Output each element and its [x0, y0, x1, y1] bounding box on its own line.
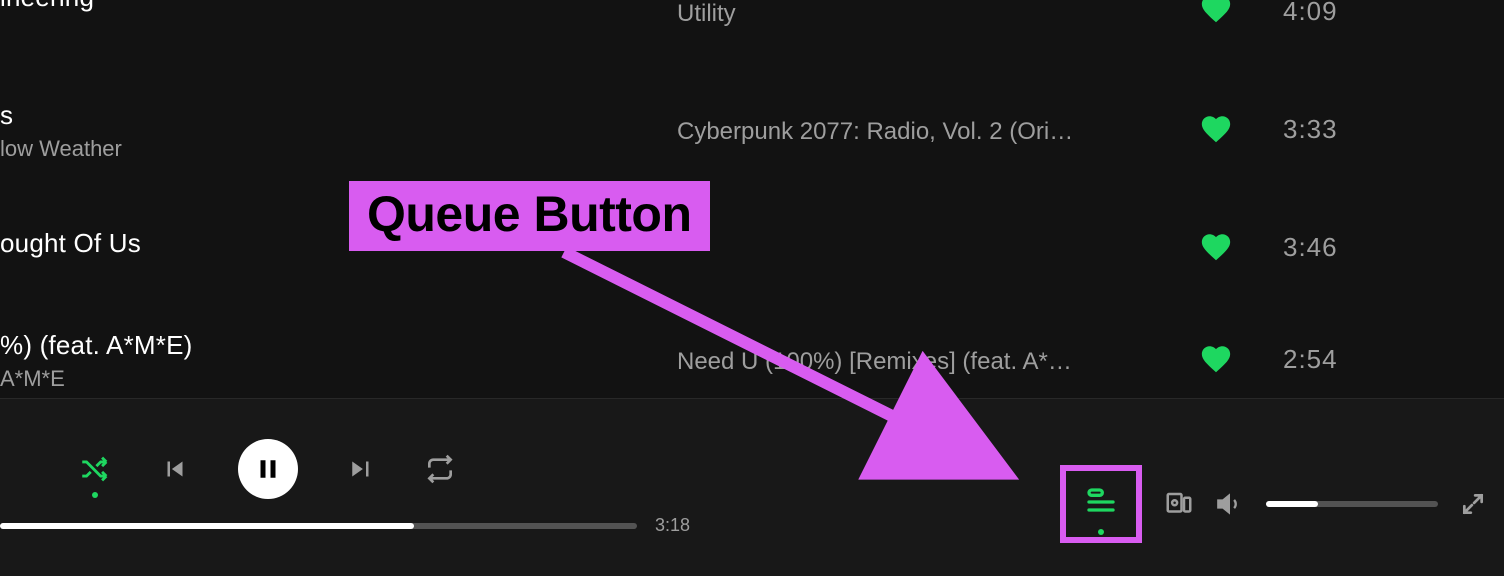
- previous-button[interactable]: [160, 454, 190, 484]
- heart-icon[interactable]: [1199, 112, 1233, 146]
- heart-icon[interactable]: [1199, 342, 1233, 376]
- track-row[interactable]: ought Of Us 3:46: [0, 218, 1504, 338]
- next-button[interactable]: [346, 454, 376, 484]
- player-bar: 3:18: [0, 398, 1504, 576]
- volume-button[interactable]: [1216, 490, 1244, 518]
- heart-icon[interactable]: [1199, 230, 1233, 264]
- shuffle-button[interactable]: [78, 452, 112, 486]
- annotation-text: Queue Button: [367, 186, 692, 242]
- repeat-button[interactable]: [424, 453, 456, 485]
- track-row[interactable]: ineering Utility 4:09: [0, 0, 1504, 42]
- tracklist: ineering Utility 4:09 s low Weather Cybe…: [0, 0, 1504, 398]
- fullscreen-button[interactable]: [1460, 491, 1486, 517]
- volume-slider[interactable]: [1266, 501, 1438, 507]
- progress-track[interactable]: [0, 523, 637, 529]
- pause-button[interactable]: [238, 439, 298, 499]
- annotation-label: Queue Button: [349, 181, 710, 251]
- track-title: %) (feat. A*M*E): [0, 330, 192, 361]
- volume-fill: [1266, 501, 1318, 507]
- progress-fill: [0, 523, 414, 529]
- track-row[interactable]: s low Weather Cyberpunk 2077: Radio, Vol…: [0, 100, 1504, 220]
- track-album[interactable]: Utility: [677, 0, 736, 28]
- track-title: ineering: [0, 0, 94, 13]
- track-album[interactable]: Cyberpunk 2077: Radio, Vol. 2 (Ori…: [677, 118, 1073, 146]
- track-artist[interactable]: low Weather: [0, 136, 122, 162]
- devices-button[interactable]: [1164, 489, 1194, 519]
- track-duration: 4:09: [1283, 0, 1338, 27]
- playback-controls: [78, 439, 456, 499]
- track-title: s: [0, 100, 13, 131]
- queue-button[interactable]: [1060, 465, 1142, 543]
- track-duration: 3:46: [1283, 232, 1338, 263]
- track-title: ought Of Us: [0, 228, 141, 259]
- track-duration: 3:33: [1283, 114, 1338, 145]
- heart-icon[interactable]: [1199, 0, 1233, 26]
- track-album[interactable]: Need U (100%) [Remixes] (feat. A*…: [677, 348, 1072, 376]
- progress-bar: 3:18: [0, 515, 700, 536]
- right-controls: [1060, 465, 1486, 543]
- total-time: 3:18: [655, 515, 690, 536]
- track-artist[interactable]: A*M*E: [0, 366, 65, 392]
- track-duration: 2:54: [1283, 344, 1338, 375]
